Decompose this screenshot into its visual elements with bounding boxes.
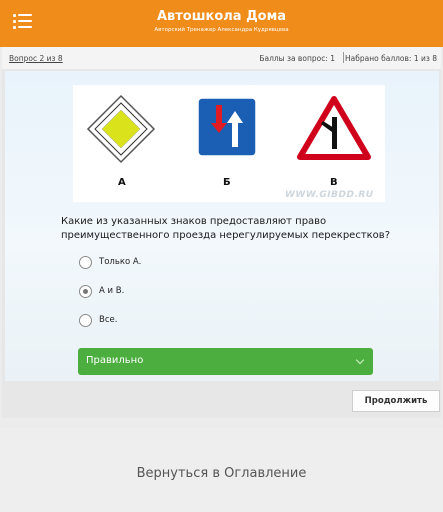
radio-button[interactable] [79, 256, 92, 269]
divider [343, 52, 344, 63]
chevron-down-icon [355, 355, 365, 365]
points-per-question: Баллы за вопрос: 1 [259, 54, 335, 63]
watermark: WWW.GIBDD.RU [285, 190, 374, 200]
main-road-sign-icon [86, 94, 156, 164]
option-label: Все. [99, 315, 118, 325]
back-to-contents-link[interactable]: Вернуться в Оглавление [0, 466, 443, 481]
road-signs-image: А Б В WWW.GIBDD.RU [73, 85, 385, 202]
option-label: Только А. [99, 257, 142, 267]
info-row: Вопрос 2 из 8 Баллы за вопрос: 1 Набрано… [2, 47, 441, 69]
result-text: Правильно [86, 355, 144, 366]
question-panel: А Б В WWW.GIBDD.RU Какие из указанных зн… [5, 71, 439, 381]
points-total: Набрано баллов: 1 из 8 [345, 54, 437, 63]
option-label: А и В. [99, 286, 125, 296]
junction-secondary-road-sign-icon [297, 96, 371, 160]
question-number-link[interactable]: Вопрос 2 из 8 [9, 54, 63, 63]
app-subtitle: Авторский Тренажер Александра Кудрявцева [154, 27, 289, 33]
radio-button[interactable] [79, 314, 92, 327]
app-title: Автошкола Дома [156, 9, 287, 24]
priority-over-oncoming-sign-icon [197, 97, 257, 157]
sign-label-c: В [330, 177, 338, 188]
radio-button[interactable] [79, 285, 92, 298]
app-header: Автошкола Дома Авторский Тренажер Алекса… [0, 0, 443, 47]
sign-label-a: А [118, 177, 126, 188]
question-card: Вопрос 2 из 8 Баллы за вопрос: 1 Набрано… [2, 47, 441, 418]
footer: Вернуться в Оглавление [0, 428, 443, 512]
continue-button[interactable]: Продолжить [352, 390, 440, 412]
sign-label-b: Б [223, 177, 231, 188]
result-banner[interactable]: Правильно [78, 348, 373, 375]
question-text: Какие из указанных знаков предоставляют … [61, 216, 390, 241]
